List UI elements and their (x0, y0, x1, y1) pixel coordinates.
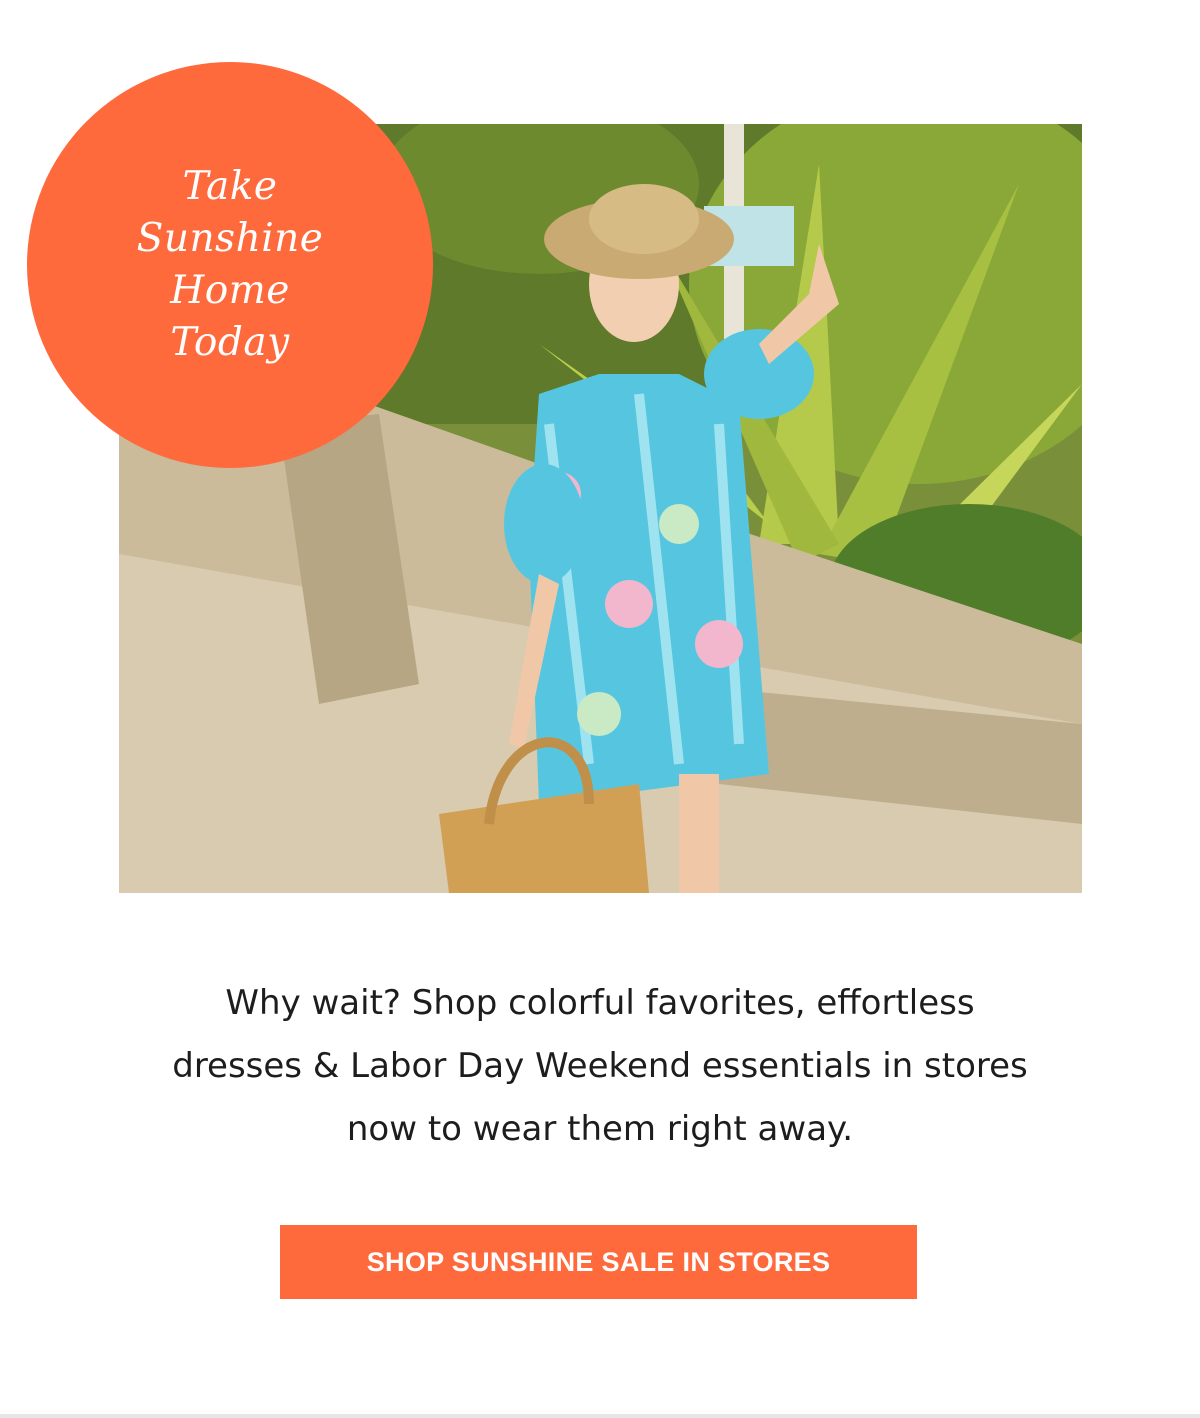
body-copy: Why wait? Shop colorful favorites, effor… (80, 972, 1120, 1161)
promo-line-home: Home (170, 268, 290, 313)
shop-sunshine-sale-button[interactable]: SHOP SUNSHINE SALE IN STORES (280, 1225, 917, 1299)
body-copy-line-2: dresses & Labor Day Weekend essentials i… (172, 1046, 1028, 1086)
promo-line-take: Take (182, 164, 278, 209)
bottom-divider (0, 1414, 1200, 1418)
promo-line-today: Today (170, 320, 290, 365)
body-copy-line-3: now to wear them right away. (346, 1109, 854, 1149)
promo-line-sunshine: Sunshine (136, 216, 324, 261)
promo-circle-badge: Take Sunshine Home Today (27, 62, 433, 468)
email-page: Take Sunshine Home Today Why wait? Shop … (0, 0, 1200, 1418)
body-copy-line-1: Why wait? Shop colorful favorites, effor… (225, 983, 975, 1023)
